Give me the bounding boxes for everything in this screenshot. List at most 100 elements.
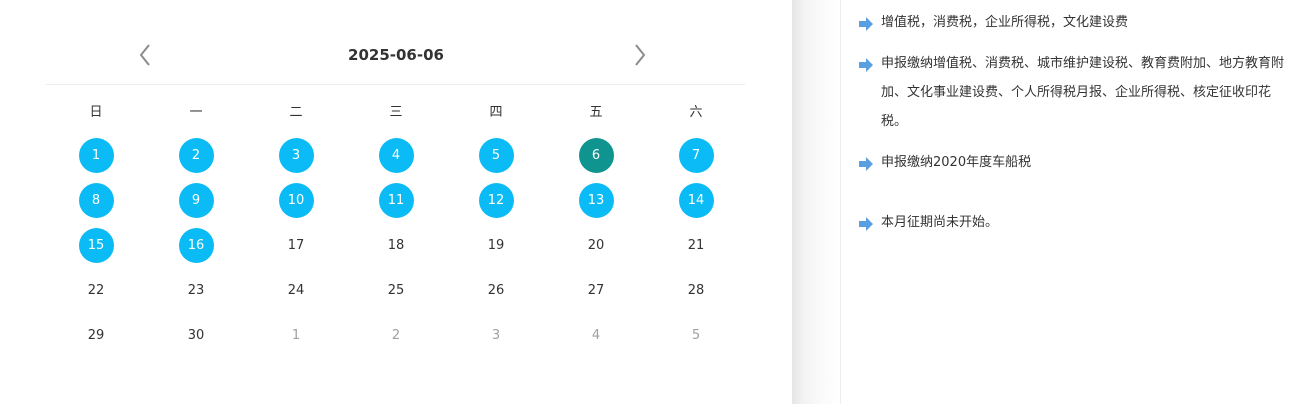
calendar-cell: 15 [46,227,146,263]
calendar-day[interactable]: 21 [679,228,714,263]
calendar-day[interactable]: 1 [279,318,314,353]
calendar-cell: 13 [546,182,646,218]
calendar-cell: 1 [46,137,146,173]
calendar-cell: 3 [446,317,546,353]
calendar-day[interactable]: 30 [179,318,214,353]
weekday-mon: 一 [189,104,203,120]
calendar-cell: 10 [246,182,346,218]
arrow-right-icon [859,58,873,72]
calendar-day[interactable]: 15 [78,227,114,263]
calendar-day[interactable]: 8 [78,182,114,218]
chevron-left-icon [139,44,150,66]
calendar-day[interactable]: 18 [379,228,414,263]
calendar-cell: 8 [46,182,146,218]
calendar-day[interactable]: 1 [78,137,114,173]
calendar-day[interactable]: 3 [479,318,514,353]
next-month-button[interactable] [628,43,652,67]
calendar-day[interactable]: 17 [279,228,314,263]
calendar-cell: 9 [146,182,246,218]
weekday-wed: 三 [389,104,403,120]
weekday-tue: 二 [289,104,303,120]
calendar-cell: 22 [46,272,146,308]
calendar-cell: 29 [46,317,146,353]
prev-month-button[interactable] [134,43,158,67]
notice-item: 本月征期尚未开始。 [858,208,1294,237]
chevron-right-icon [635,44,646,66]
notice-text: 增值税，消费税，企业所得税，文化建设费 [881,15,1129,30]
calendar-title: 2025-06-06 [348,46,444,64]
calendar-day[interactable]: 29 [79,318,114,353]
calendar-week-row: 15 16 17 18 19 20 21 [46,227,746,263]
calendar-cell: 30 [146,317,246,353]
panel-shadow [792,0,840,404]
calendar-cell: 2 [346,317,446,353]
calendar-cell: 21 [646,227,746,263]
calendar-day[interactable]: 19 [479,228,514,263]
calendar-cell: 5 [446,137,546,173]
calendar-day[interactable]: 16 [178,227,214,263]
calendar-cell: 18 [346,227,446,263]
calendar-cell: 4 [346,137,446,173]
calendar-day[interactable]: 27 [579,273,614,308]
calendar-cell: 28 [646,272,746,308]
calendar-header-divider [46,84,745,85]
calendar-day-selected[interactable]: 6 [578,137,614,173]
calendar-day[interactable]: 28 [679,273,714,308]
notice-text: 申报缴纳增值税、消费税、城市维护建设税、教育费附加、地方教育附加、文化事业建设费… [881,56,1285,129]
arrow-right-icon [859,217,873,231]
calendar-day[interactable]: 13 [578,182,614,218]
calendar-cell: 14 [646,182,746,218]
calendar-cell: 17 [246,227,346,263]
calendar-day[interactable]: 2 [178,137,214,173]
calendar-cell: 20 [546,227,646,263]
calendar-day[interactable]: 7 [678,137,714,173]
calendar-day[interactable]: 24 [279,273,314,308]
calendar-day[interactable]: 11 [378,182,414,218]
notice-item: 申报缴纳增值税、消费税、城市维护建设税、教育费附加、地方教育附加、文化事业建设费… [858,49,1294,136]
calendar-cell: 24 [246,272,346,308]
notice-text: 申报缴纳2020年度车船税 [881,155,1032,170]
calendar-day[interactable]: 23 [179,273,214,308]
notice-text: 本月征期尚未开始。 [881,215,999,230]
calendar-cell: 1 [246,317,346,353]
calendar-cell: 4 [546,317,646,353]
calendar-day[interactable]: 26 [479,273,514,308]
notice-item: 申报缴纳2020年度车船税 [858,148,1294,177]
calendar-day[interactable]: 2 [379,318,414,353]
calendar-cell: 7 [646,137,746,173]
calendar-cell: 11 [346,182,446,218]
arrow-right-icon [859,157,873,171]
panel-divider [840,0,841,404]
calendar-cell: 26 [446,272,546,308]
calendar-day[interactable]: 4 [378,137,414,173]
calendar-day[interactable]: 3 [278,137,314,173]
calendar-cell: 19 [446,227,546,263]
calendar-cell: 25 [346,272,446,308]
calendar-day[interactable]: 22 [79,273,114,308]
calendar-cell: 23 [146,272,246,308]
weekday-fri: 五 [589,104,603,120]
calendar-cell: 3 [246,137,346,173]
calendar-cell: 5 [646,317,746,353]
calendar-day[interactable]: 5 [478,137,514,173]
calendar-panel: 2025-06-06 日 一 二 三 四 五 六 1 2 3 4 5 6 7 8 9 10 11 12… [0,0,792,404]
calendar-day[interactable]: 5 [679,318,714,353]
weekday-header: 日 一 二 三 四 五 六 [46,92,746,128]
calendar-week-row: 8 9 10 11 12 13 14 [46,182,746,218]
calendar-day[interactable]: 20 [579,228,614,263]
calendar-cell: 6 [546,137,646,173]
calendar-cell: 12 [446,182,546,218]
calendar-day[interactable]: 4 [579,318,614,353]
calendar-day[interactable]: 10 [278,182,314,218]
calendar-day[interactable]: 25 [379,273,414,308]
calendar-cell: 16 [146,227,246,263]
calendar-day[interactable]: 12 [478,182,514,218]
calendar-week-row: 29 30 1 2 3 4 5 [46,317,746,353]
calendar-day[interactable]: 14 [678,182,714,218]
weekday-sun: 日 [89,104,103,120]
arrow-right-icon [859,17,873,31]
weekday-sat: 六 [689,104,703,120]
weekday-thu: 四 [489,104,503,120]
calendar-week-row: 1 2 3 4 5 6 7 [46,137,746,173]
calendar-day[interactable]: 9 [178,182,214,218]
